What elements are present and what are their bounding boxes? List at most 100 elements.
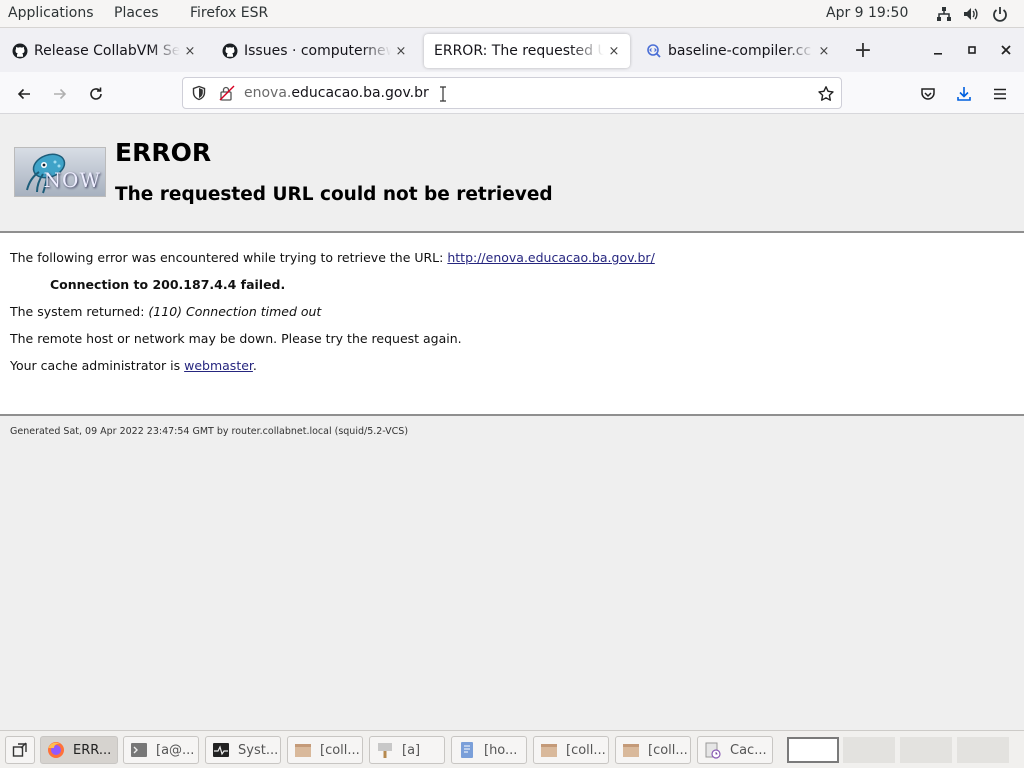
- bottom-panel: ERR... [a@... Syst... [coll... [a] [ho..…: [0, 730, 1024, 768]
- taskbar-item-collab-2[interactable]: [coll...: [533, 736, 609, 764]
- maximize-button[interactable]: [958, 36, 986, 64]
- divider: [0, 414, 1024, 416]
- system-returned: The system returned: (110) Connection ti…: [10, 304, 321, 319]
- tab-baseline-compiler[interactable]: baseline-compiler.cc - Code Search ×: [636, 34, 840, 68]
- download-icon: [957, 87, 971, 101]
- system-monitor-icon: [213, 743, 229, 757]
- taskbar-item-label: [coll...: [320, 742, 360, 758]
- close-window-button[interactable]: [992, 36, 1020, 64]
- generated-footer: Generated Sat, 09 Apr 2022 23:47:54 GMT …: [10, 426, 409, 437]
- error-body: The following error was encountered whil…: [0, 233, 1024, 415]
- text-editor-icon: [378, 743, 392, 758]
- volume-icon[interactable]: [963, 6, 979, 22]
- taskbar-item-terminal[interactable]: [a@...: [123, 736, 199, 764]
- workspace-3[interactable]: [900, 737, 952, 763]
- tracking-protection-shield-icon[interactable]: [191, 85, 207, 101]
- app-menu-button[interactable]: [986, 80, 1014, 108]
- tab-close-button[interactable]: ×: [814, 44, 834, 59]
- tab-label: ERROR: The requested URL could not be re…: [434, 43, 604, 59]
- hamburger-menu-icon: [994, 88, 1006, 100]
- url-domain: educacao.ba.gov.br: [291, 85, 429, 101]
- tab-close-button[interactable]: ×: [604, 44, 624, 59]
- new-tab-button[interactable]: +: [849, 36, 877, 64]
- tab-label: Release CollabVM Server: [34, 43, 180, 59]
- package-icon: [623, 744, 639, 757]
- document-icon: [461, 742, 473, 758]
- pocket-icon: [921, 88, 935, 100]
- error-intro: The following error was encountered whil…: [10, 250, 655, 265]
- downloads-button[interactable]: [950, 80, 978, 108]
- taskbar-item-label: [a]: [402, 742, 421, 758]
- taskbar-item-label: Syst...: [238, 742, 279, 758]
- bookmark-star-icon[interactable]: [817, 85, 835, 103]
- taskbar-item-collab-1[interactable]: [coll...: [287, 736, 363, 764]
- tab-release-collabvm[interactable]: Release CollabVM Server ×: [2, 34, 206, 68]
- system-returned-label: The system returned:: [10, 304, 149, 319]
- github-icon: [12, 43, 28, 59]
- connection-info-icon[interactable]: [219, 85, 235, 101]
- clock[interactable]: Apr 9 19:50: [826, 5, 908, 21]
- taskbar-item-firefox[interactable]: ERR...: [40, 736, 118, 764]
- tab-error-page[interactable]: ERROR: The requested URL could not be re…: [424, 34, 630, 68]
- archive-icon: [705, 742, 721, 759]
- minimize-icon: [934, 53, 942, 55]
- logo-text: NOW: [43, 168, 101, 192]
- cache-admin: Your cache administrator is webmaster.: [10, 358, 257, 373]
- url-bar[interactable]: enova.educacao.ba.gov.br: [182, 77, 842, 109]
- error-intro-text: The following error was encountered whil…: [10, 250, 448, 265]
- connection-failed: Connection to 200.187.4.4 failed.: [50, 277, 286, 292]
- code-search-icon: [647, 44, 661, 58]
- system-returned-error: (110) Connection timed out: [148, 304, 322, 319]
- reload-button[interactable]: [82, 80, 110, 108]
- taskbar-item-label: Cac...: [730, 742, 767, 758]
- cache-admin-period: .: [252, 358, 257, 373]
- page-content: NOW ERROR The requested URL could not be…: [0, 114, 1024, 730]
- webmaster-link[interactable]: webmaster: [184, 358, 253, 373]
- power-icon[interactable]: [992, 6, 1008, 22]
- workspace-2[interactable]: [843, 737, 895, 763]
- taskbar-item-editor[interactable]: [a]: [369, 736, 445, 764]
- url-text[interactable]: enova.educacao.ba.gov.br: [244, 85, 429, 101]
- taskbar-item-home[interactable]: [ho...: [451, 736, 527, 764]
- pocket-button[interactable]: [914, 80, 942, 108]
- github-icon: [222, 43, 238, 59]
- reload-icon: [90, 87, 102, 100]
- page-subtitle: The requested URL could not be retrieved: [115, 184, 553, 205]
- requested-url-link[interactable]: http://enova.educacao.ba.gov.br/: [447, 250, 654, 265]
- back-button[interactable]: [10, 80, 38, 108]
- tab-issues-collab-vm[interactable]: Issues · computernewb/collab-vm ×: [212, 34, 417, 68]
- workspace-4[interactable]: [957, 737, 1009, 763]
- navigation-toolbar: enova.educacao.ba.gov.br: [0, 72, 1024, 114]
- minimize-button[interactable]: [924, 36, 952, 64]
- tab-label: baseline-compiler.cc - Code Search: [668, 43, 814, 59]
- taskbar-item-label: [coll...: [648, 742, 688, 758]
- taskbar-item-label: [coll...: [566, 742, 606, 758]
- taskbar-item-label: [ho...: [484, 742, 518, 758]
- firefox-icon: [48, 742, 64, 758]
- taskbar-item-cache[interactable]: Cac...: [697, 736, 773, 764]
- package-icon: [541, 744, 557, 757]
- gnome-top-bar: Applications Places Firefox ESR Apr 9 19…: [0, 0, 1024, 28]
- cache-admin-text: Your cache administrator is: [10, 358, 185, 373]
- back-arrow-icon: [17, 88, 30, 100]
- network-icon[interactable]: [936, 6, 952, 22]
- taskbar-item-label: ERR...: [73, 742, 112, 758]
- forward-arrow-icon: [54, 88, 67, 100]
- workspace-1[interactable]: [787, 737, 839, 763]
- terminal-icon: [131, 743, 147, 757]
- show-desktop-button[interactable]: [5, 736, 35, 764]
- places-menu[interactable]: Places: [114, 5, 159, 21]
- maximize-icon: [968, 46, 976, 54]
- tab-close-button[interactable]: ×: [180, 44, 200, 59]
- taskbar-item-collab-3[interactable]: [coll...: [615, 736, 691, 764]
- applications-menu[interactable]: Applications: [8, 5, 94, 21]
- forward-button[interactable]: [46, 80, 74, 108]
- page-title: ERROR: [115, 138, 212, 167]
- tab-label: Issues · computernewb/collab-vm: [244, 43, 391, 59]
- taskbar-item-system-monitor[interactable]: Syst...: [205, 736, 281, 764]
- url-subdomain: enova.: [244, 85, 292, 101]
- app-menu[interactable]: Firefox ESR: [190, 5, 268, 21]
- tab-close-button[interactable]: ×: [391, 44, 411, 59]
- close-icon: [1001, 45, 1011, 55]
- package-icon: [295, 744, 311, 757]
